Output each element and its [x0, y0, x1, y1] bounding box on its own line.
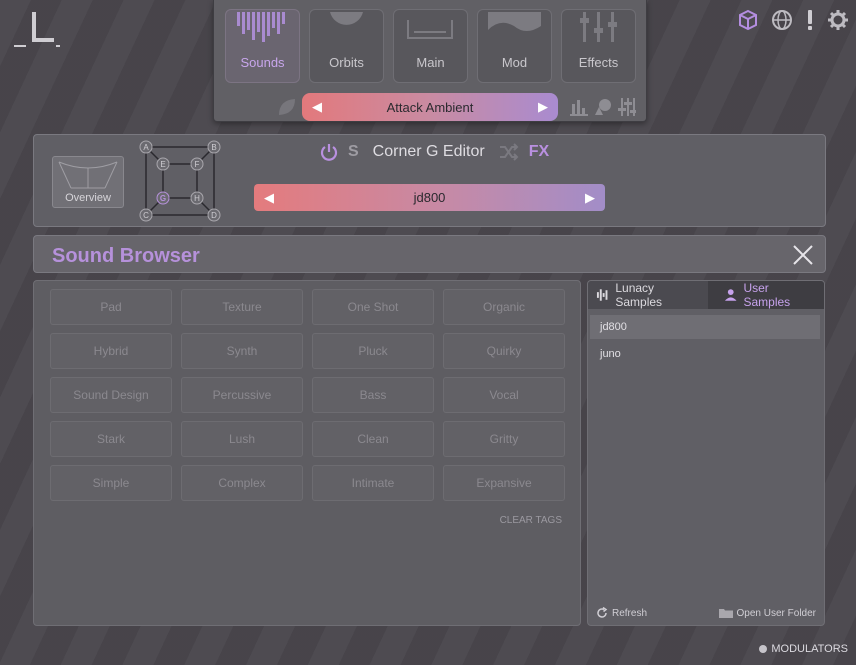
modulators-dot-icon — [759, 645, 768, 653]
tab-main[interactable]: Main — [393, 9, 468, 83]
editor-title: Corner G Editor — [372, 143, 485, 160]
exclamation-icon[interactable] — [804, 8, 816, 32]
shuffle-icon[interactable] — [499, 143, 519, 161]
fx-button[interactable]: FX — [529, 143, 549, 161]
tab-orbits-label: Orbits — [329, 55, 364, 70]
samples-tabs: Lunacy Samples User Samples — [588, 281, 824, 309]
sound-browser-header: Sound Browser — [33, 235, 826, 273]
tag-stark[interactable]: Stark — [50, 421, 172, 457]
sample-selector[interactable]: ◀ jd800 ▶ — [254, 184, 605, 211]
tab-mod-label: Mod — [501, 55, 528, 70]
refresh-icon — [597, 607, 608, 618]
clear-tags-button[interactable]: CLEAR TAGS — [500, 515, 562, 526]
tag-gritty[interactable]: Gritty — [443, 421, 565, 457]
tag-sound-design[interactable]: Sound Design — [50, 377, 172, 413]
tag-texture[interactable]: Texture — [181, 289, 303, 325]
mod-icon — [488, 12, 541, 31]
corner-h-label[interactable]: H — [194, 194, 200, 203]
tag-organic[interactable]: Organic — [443, 289, 565, 325]
corner-c-label[interactable]: C — [143, 211, 149, 220]
refresh-label: Refresh — [612, 607, 648, 619]
user-icon — [724, 289, 737, 301]
shapes-icon[interactable] — [594, 98, 612, 116]
sample-next-icon[interactable]: ▶ — [585, 190, 595, 206]
tab-orbits[interactable]: Orbits — [309, 9, 384, 83]
cube-icon[interactable] — [736, 8, 760, 32]
sounds-waveform-icon — [237, 12, 285, 42]
tab-user-samples[interactable]: User Samples — [708, 281, 824, 309]
tag-pad[interactable]: Pad — [50, 289, 172, 325]
corner-editor-panel: Overview A B E F G H C D S Corner G Edit… — [33, 134, 826, 227]
close-icon[interactable] — [791, 243, 815, 267]
main-icon — [407, 20, 453, 39]
corner-g-label[interactable]: G — [160, 194, 166, 203]
editor-title-row: S Corner G Editor FX — [320, 143, 549, 161]
tag-intimate[interactable]: Intimate — [312, 465, 434, 501]
preset-name: Attack Ambient — [386, 99, 474, 115]
preset-next-icon[interactable]: ▶ — [538, 99, 548, 115]
list-item[interactable]: jd800 — [590, 315, 820, 339]
tags-panel: Pad Texture One Shot Organic Hybrid Synt… — [33, 280, 581, 626]
bar-chart-icon[interactable] — [570, 98, 588, 116]
gear-icon[interactable] — [826, 8, 850, 32]
tab-lunacy-samples[interactable]: Lunacy Samples — [588, 281, 708, 309]
solo-button[interactable]: S — [348, 143, 359, 161]
preset-selector[interactable]: ◀ Attack Ambient ▶ — [302, 93, 558, 121]
modulators-label: MODULATORS — [771, 643, 848, 655]
tag-pluck[interactable]: Pluck — [312, 333, 434, 369]
overview-button[interactable]: Overview — [52, 156, 124, 208]
tag-complex[interactable]: Complex — [181, 465, 303, 501]
refresh-button[interactable]: Refresh — [596, 607, 647, 619]
tag-quirky[interactable]: Quirky — [443, 333, 565, 369]
tag-clean[interactable]: Clean — [312, 421, 434, 457]
tag-one-shot[interactable]: One Shot — [312, 289, 434, 325]
sample-prev-icon[interactable]: ◀ — [264, 190, 274, 206]
tag-vocal[interactable]: Vocal — [443, 377, 565, 413]
tab-lunacy-label: Lunacy Samples — [615, 281, 663, 309]
samples-footer: Refresh Open User Folder — [596, 607, 816, 619]
leaf-icon[interactable] — [276, 96, 298, 118]
preset-prev-icon[interactable]: ◀ — [312, 99, 322, 115]
globe-icon[interactable] — [770, 8, 794, 32]
tab-sounds[interactable]: Sounds — [225, 9, 300, 83]
orbits-icon — [330, 12, 363, 25]
overview-thumbnail-icon — [58, 161, 118, 189]
open-user-folder-label: Open User Folder — [736, 607, 816, 619]
tab-user-label: User Samples — [743, 281, 791, 309]
mixer-icon[interactable] — [618, 98, 636, 116]
sample-name: jd800 — [413, 190, 446, 205]
corner-f-label[interactable]: F — [195, 160, 200, 169]
waveform-icon — [596, 289, 608, 301]
main-nav-panel: Sounds Orbits Main Mod Effects ◀ Attack … — [213, 0, 647, 122]
tag-hybrid[interactable]: Hybrid — [50, 333, 172, 369]
top-right-toolbar — [736, 8, 850, 32]
effects-sliders-icon — [580, 12, 617, 42]
list-item[interactable]: juno — [590, 342, 820, 366]
tab-mod[interactable]: Mod — [477, 9, 552, 83]
tab-effects-label: Effects — [578, 55, 619, 70]
tag-expansive[interactable]: Expansive — [443, 465, 565, 501]
corner-e-label[interactable]: E — [160, 160, 165, 169]
tab-effects[interactable]: Effects — [561, 9, 636, 83]
tag-simple[interactable]: Simple — [50, 465, 172, 501]
tag-bass[interactable]: Bass — [312, 377, 434, 413]
samples-panel: Lunacy Samples User Samples jd800 juno R… — [587, 280, 825, 626]
overview-label: Overview — [65, 192, 111, 204]
tab-sounds-label: Sounds — [240, 55, 285, 70]
corner-d-label[interactable]: D — [211, 211, 217, 220]
corner-b-label[interactable]: B — [211, 143, 216, 152]
modulators-button[interactable]: MODULATORS — [759, 643, 848, 655]
tag-percussive[interactable]: Percussive — [181, 377, 303, 413]
tab-main-label: Main — [416, 55, 445, 70]
open-user-folder-button[interactable]: Open User Folder — [718, 607, 816, 619]
folder-icon — [718, 609, 733, 618]
power-icon[interactable] — [320, 143, 338, 161]
corner-a-label[interactable]: A — [143, 143, 149, 152]
sound-browser-title: Sound Browser — [52, 245, 200, 267]
app-logo — [14, 12, 60, 47]
corner-grid-widget[interactable]: A B E F G H C D — [138, 140, 222, 222]
tag-synth[interactable]: Synth — [181, 333, 303, 369]
tag-lush[interactable]: Lush — [181, 421, 303, 457]
